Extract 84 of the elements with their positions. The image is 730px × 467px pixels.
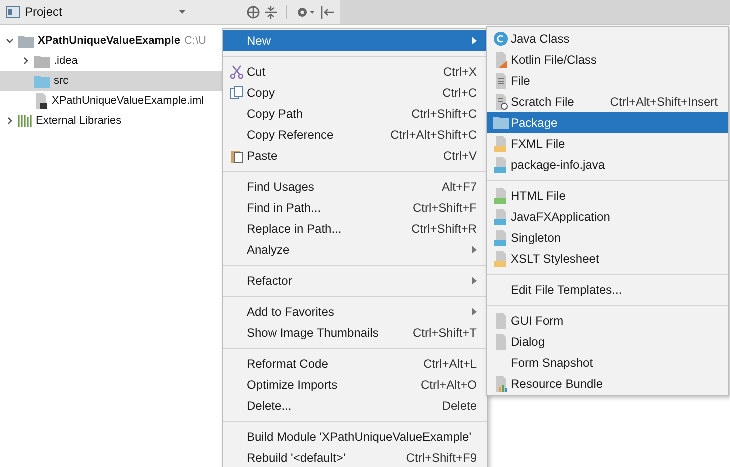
shortcut-label: Delete bbox=[442, 398, 477, 414]
menu-item[interactable]: XSLT Stylesheet bbox=[487, 248, 728, 269]
file-clock-icon bbox=[494, 94, 508, 110]
file-icon bbox=[494, 230, 508, 246]
form-icon bbox=[494, 312, 508, 328]
shortcut-label: Ctrl+V bbox=[443, 148, 477, 164]
form-icon bbox=[494, 334, 508, 350]
shortcut-label: Ctrl+Shift+F bbox=[412, 200, 477, 216]
chevron-right-icon[interactable] bbox=[6, 117, 14, 125]
menu-item[interactable]: HTML File bbox=[487, 185, 728, 206]
menu-item[interactable]: JavaFXApplication bbox=[487, 206, 728, 227]
project-icon bbox=[6, 6, 20, 18]
file-icon bbox=[494, 136, 508, 152]
menu-item[interactable]: Singleton bbox=[487, 227, 728, 248]
locate-icon[interactable] bbox=[247, 6, 260, 18]
class-c-icon bbox=[494, 32, 508, 46]
menu-item[interactable]: Find in Path... Ctrl+Shift+F bbox=[223, 197, 487, 218]
menu-item[interactable]: File bbox=[487, 70, 728, 91]
menu-item[interactable]: Delete... Delete bbox=[223, 395, 487, 416]
menu-item[interactable]: Refactor bbox=[223, 270, 487, 291]
menu-item[interactable]: Resource Bundle bbox=[487, 373, 728, 394]
file-icon bbox=[494, 250, 508, 266]
menu-item[interactable]: GUI Form bbox=[487, 310, 728, 331]
chevron-right-icon[interactable] bbox=[22, 57, 30, 65]
menu-item[interactable]: Java Class bbox=[487, 28, 728, 49]
shortcut-label: Ctrl+Alt+Shift+C bbox=[390, 126, 477, 144]
file-icon bbox=[494, 52, 508, 68]
menu-item[interactable]: package-info.java bbox=[487, 154, 728, 175]
file-icon bbox=[494, 156, 508, 172]
shortcut-label: Ctrl+Shift+C bbox=[412, 106, 477, 122]
file-chart-icon bbox=[494, 376, 508, 392]
menu-item[interactable]: Replace in Path... Ctrl+Shift+R bbox=[223, 218, 487, 239]
tree-label: External Libraries bbox=[36, 114, 122, 129]
menu-item[interactable]: FXML File bbox=[487, 133, 728, 154]
menu-item[interactable]: Find Usages Alt+F7 bbox=[223, 176, 487, 197]
scissors-icon bbox=[230, 64, 244, 78]
menu-item[interactable]: Scratch File Ctrl+Alt+Shift+Insert bbox=[487, 91, 728, 112]
hide-panel-icon[interactable] bbox=[321, 6, 334, 18]
folder-icon bbox=[492, 116, 508, 129]
tree-label: XPathUniqueValueExample bbox=[38, 34, 180, 49]
file-icon bbox=[494, 208, 508, 224]
shortcut-label: Ctrl+Shift+F9 bbox=[406, 450, 477, 466]
tree-label: XPathUniqueValueExample.iml bbox=[52, 94, 204, 109]
menu-item[interactable]: Optimize Imports Ctrl+Alt+O bbox=[223, 374, 487, 395]
file-icon bbox=[494, 72, 508, 88]
shortcut-label: Ctrl+Alt+L bbox=[424, 356, 477, 372]
menu-item[interactable]: Analyze bbox=[223, 239, 487, 260]
menu-item[interactable]: Add to Favorites bbox=[223, 301, 487, 322]
copy-icon bbox=[230, 86, 244, 100]
collapse-icon[interactable] bbox=[265, 6, 277, 18]
shortcut-label: Alt+F7 bbox=[442, 178, 477, 196]
shortcut-label: Ctrl+Shift+R bbox=[412, 220, 477, 238]
module-folder-icon bbox=[18, 34, 34, 48]
menu-item[interactable]: Build Module 'XPathUniqueValueExample' bbox=[223, 426, 487, 447]
shortcut-label: Ctrl+C bbox=[442, 84, 477, 102]
library-icon bbox=[18, 115, 32, 127]
menu-item[interactable]: Copy Reference Ctrl+Alt+Shift+C bbox=[223, 124, 487, 145]
settings-icon[interactable] bbox=[296, 6, 316, 18]
shortcut-label: Ctrl+Shift+T bbox=[412, 324, 477, 342]
folder-icon bbox=[34, 74, 50, 88]
paste-icon bbox=[230, 148, 244, 162]
shortcut-label: Ctrl+Alt+Shift+Insert bbox=[610, 94, 718, 110]
tree-label: src bbox=[54, 74, 69, 89]
shortcut-label: Ctrl+Alt+O bbox=[420, 376, 477, 394]
file-icon bbox=[34, 93, 48, 109]
file-icon bbox=[494, 188, 508, 204]
shortcut-label: Ctrl+X bbox=[443, 64, 477, 80]
menu-item[interactable]: Package bbox=[487, 112, 728, 133]
chevron-down-icon[interactable] bbox=[6, 37, 14, 45]
menu-item[interactable]: Show Image Thumbnails Ctrl+Shift+T bbox=[223, 322, 487, 343]
tree-path: C:\U bbox=[184, 34, 206, 49]
menu-item[interactable]: New bbox=[223, 30, 487, 51]
menu-item[interactable]: Dialog bbox=[487, 331, 728, 352]
menu-item[interactable]: Kotlin File/Class bbox=[487, 49, 728, 70]
menu-item[interactable]: Form Snapshot bbox=[487, 352, 728, 373]
folder-icon bbox=[34, 54, 50, 68]
menu-item[interactable]: Rebuild '<default>' Ctrl+Shift+F9 bbox=[223, 447, 487, 467]
menu-item[interactable]: Edit File Templates... bbox=[487, 279, 728, 300]
menu-item[interactable]: Copy Path Ctrl+Shift+C bbox=[223, 103, 487, 124]
tree-label: .idea bbox=[54, 54, 78, 69]
dropdown-caret-icon[interactable] bbox=[179, 10, 186, 14]
menu-item[interactable]: Paste Ctrl+V bbox=[223, 145, 487, 166]
panel-title: Project bbox=[25, 4, 62, 21]
menu-item[interactable]: Reformat Code Ctrl+Alt+L bbox=[223, 353, 487, 374]
